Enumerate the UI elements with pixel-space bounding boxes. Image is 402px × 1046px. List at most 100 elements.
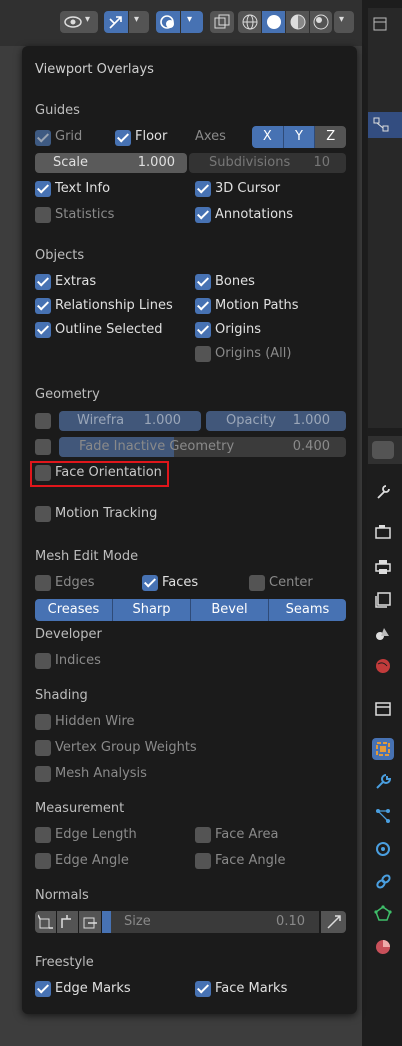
fade-inactive-value: 0.400 [292,439,330,454]
faces-checkbox[interactable] [142,575,158,591]
statistics-checkbox[interactable] [35,207,51,223]
fade-inactive-field[interactable]: Fade Inactive Geometry 0.400 [59,437,346,457]
bevel-toggle[interactable]: Bevel [191,599,269,621]
data-tab[interactable] [372,903,394,925]
gizmo-dropdown[interactable]: ▾ [129,11,149,33]
face-normals-icon [83,917,97,929]
overlay-dropdown[interactable]: ▾ [181,11,203,33]
overlay-toggle[interactable] [156,11,180,33]
modifier-tab[interactable] [372,771,394,793]
object-data-icon [373,117,389,132]
scale-field[interactable]: Scale 1.000 [35,153,187,173]
face-normals-button[interactable] [79,911,101,933]
outliner-selected-row[interactable] [368,112,402,138]
indices-checkbox[interactable] [35,653,51,669]
wireframe-checkbox[interactable] [35,413,51,429]
overlay-icon [160,15,174,29]
grid-checkbox[interactable] [35,130,51,146]
shading-dropdown[interactable]: ▾ [334,11,354,33]
opacity-field[interactable]: Opacity 1.000 [206,411,346,431]
gizmo-toggle[interactable] [104,11,128,33]
collection-tab[interactable] [372,698,394,720]
bones-checkbox[interactable] [195,274,211,290]
solid-shading-button[interactable] [262,11,285,33]
physics-icon [376,842,390,856]
wireframe-field[interactable]: Wirefra 1.000 [59,411,201,431]
constraints-icon [376,874,391,889]
fade-inactive-label: Fade Inactive Geometry [79,439,235,454]
rendered-shading-button[interactable] [310,11,332,33]
outline-selected-checkbox[interactable] [35,322,51,338]
origins-checkbox[interactable] [195,322,211,338]
annotations-checkbox[interactable] [195,207,211,223]
edge-angle-checkbox[interactable] [35,853,51,869]
rendered-shading-icon [313,14,329,30]
normals-size-field[interactable]: Size 0.10 [102,911,319,933]
vertex-normals-icon [38,914,53,929]
particles-tab[interactable] [372,805,394,827]
object-tab[interactable] [372,738,394,760]
motion-tracking-checkbox[interactable] [35,506,51,522]
wireframe-label: Wirefra [77,413,125,428]
relationship-lines-checkbox[interactable] [35,298,51,314]
normals-constant-length-button[interactable] [321,911,346,933]
mesh-analysis-checkbox[interactable] [35,766,51,782]
relationship-lines-label: Relationship Lines [55,298,173,313]
axis-z-toggle[interactable]: Z [315,126,347,148]
motion-paths-checkbox[interactable] [195,298,211,314]
outliner-row-icon[interactable] [372,16,394,38]
creases-toggle[interactable]: Creases [35,599,113,621]
edge-marks-checkbox[interactable] [35,981,51,997]
face-angle-checkbox[interactable] [195,853,211,869]
vertex-group-weights-checkbox[interactable] [35,740,51,756]
xray-toggle[interactable] [210,11,234,33]
material-tab[interactable] [372,936,394,958]
physics-tab[interactable] [372,838,394,860]
render-tab[interactable] [372,521,394,543]
section-guides: Guides [35,103,80,118]
axes-label: Axes [195,129,226,144]
wireframe-shading-button[interactable] [238,11,261,33]
motion-paths-label: Motion Paths [215,298,299,313]
tool-tab[interactable] [372,481,394,503]
world-tab[interactable] [372,655,394,677]
scene-tab[interactable] [372,622,394,644]
text-info-label: Text Info [55,181,111,196]
tabs-toggle-button[interactable] [372,441,394,459]
material-shading-button[interactable] [286,11,309,33]
subdivisions-field[interactable]: Subdivisions 10 [189,153,346,173]
hidden-wire-checkbox[interactable] [35,714,51,730]
gizmo-icon [109,16,122,29]
fade-inactive-checkbox[interactable] [35,439,51,455]
extras-checkbox[interactable] [35,274,51,290]
seams-toggle[interactable]: Seams [269,599,346,621]
faces-label: Faces [162,575,199,590]
vertex-normals-button[interactable] [35,911,56,933]
scale-value: 1.000 [137,155,175,170]
sharp-toggle[interactable]: Sharp [113,599,191,621]
section-geometry: Geometry [35,387,100,402]
face-orientation-checkbox[interactable] [35,465,51,481]
output-tab[interactable] [372,556,394,578]
face-area-checkbox[interactable] [195,827,211,843]
text-info-checkbox[interactable] [35,181,51,197]
visibility-button[interactable]: ▾ [60,11,98,33]
face-marks-label: Face Marks [215,981,288,996]
resize-arrow-icon [327,915,341,929]
center-label: Center [269,575,313,590]
split-normals-button[interactable] [57,911,78,933]
edges-checkbox[interactable] [35,575,51,591]
floor-checkbox[interactable] [115,130,131,146]
axis-x-toggle[interactable]: X [252,126,284,148]
origins-all-checkbox[interactable] [195,346,211,362]
constraints-tab[interactable] [372,871,394,893]
edge-length-checkbox[interactable] [35,827,51,843]
axis-y-toggle[interactable]: Y [283,126,316,148]
view-layer-icon [375,592,391,608]
view-layer-tab[interactable] [372,589,394,611]
face-marks-checkbox[interactable] [195,981,211,997]
3d-cursor-checkbox[interactable] [195,181,211,197]
center-checkbox[interactable] [249,575,265,591]
section-developer: Developer [35,627,102,642]
viewport-header: ▾ ▾ ▾ ▾ [0,0,362,46]
